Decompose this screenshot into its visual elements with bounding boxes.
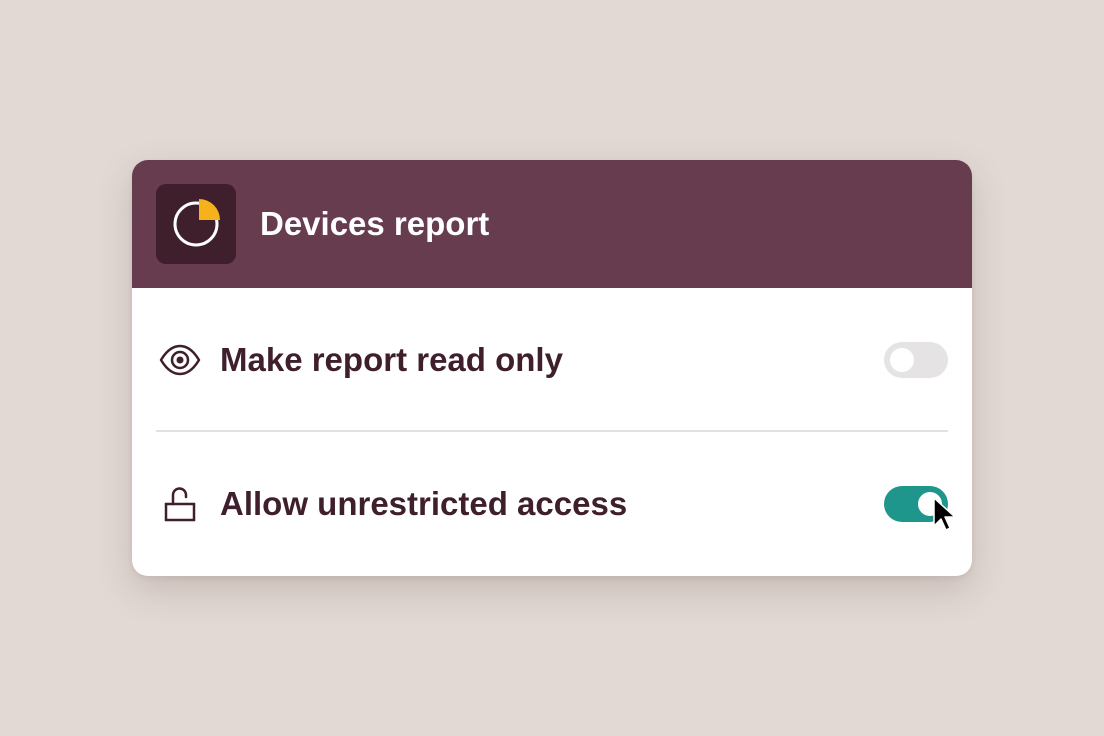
card-title: Devices report [260, 205, 490, 242]
setting-row-read-only: Make report read only [132, 312, 972, 408]
read-only-label: Make report read only [220, 341, 563, 378]
devices-report-card: Devices report Make report read only All… [132, 160, 972, 576]
unlocked-padlock-icon [156, 480, 204, 528]
eye-icon [156, 336, 204, 384]
toggle-knob [918, 492, 942, 516]
toggle-knob [890, 348, 914, 372]
divider [156, 430, 948, 432]
card-header: Devices report [132, 160, 972, 288]
read-only-toggle[interactable] [884, 342, 948, 378]
unrestricted-access-toggle[interactable] [884, 486, 948, 522]
setting-row-unrestricted-access: Allow unrestricted access [132, 456, 972, 552]
pie-chart-icon [156, 184, 236, 264]
unrestricted-access-label: Allow unrestricted access [220, 485, 628, 522]
